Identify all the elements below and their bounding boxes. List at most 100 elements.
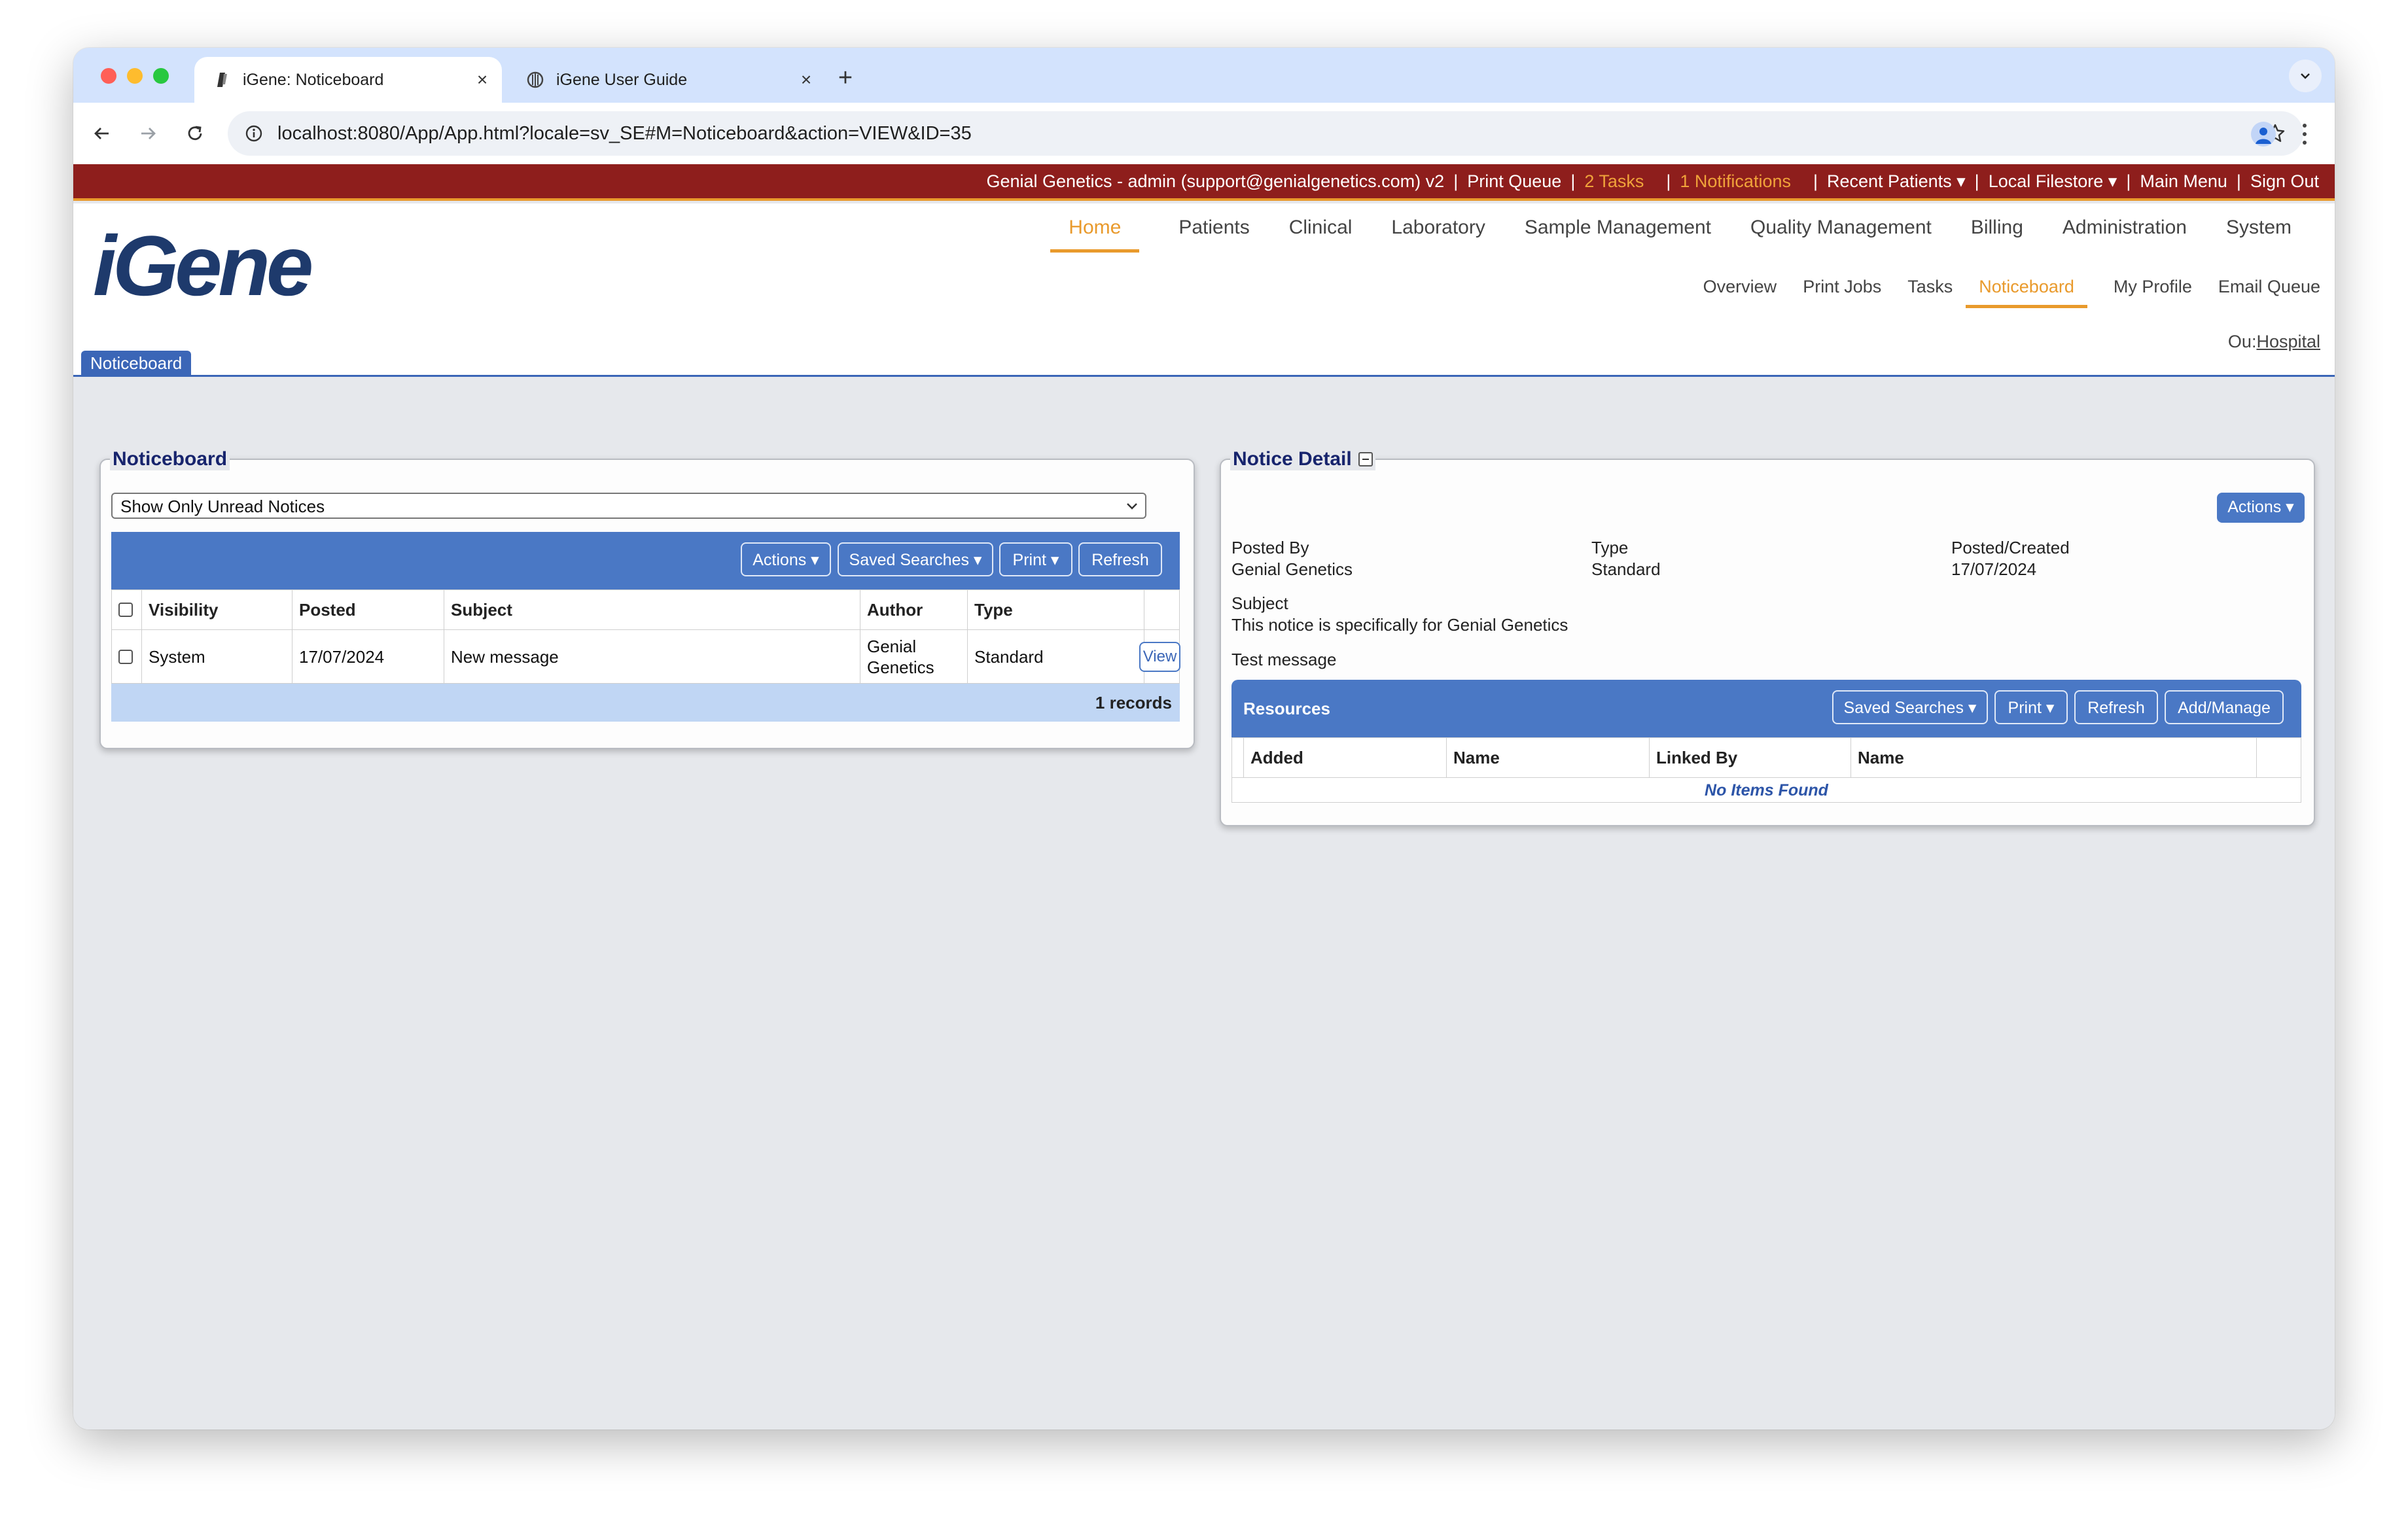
version-label: v2 bbox=[1425, 171, 1445, 191]
subnav-email-queue[interactable]: Email Queue bbox=[2218, 277, 2320, 308]
notice-filter-value: Show Only Unread Notices bbox=[120, 497, 325, 516]
nav-laboratory[interactable]: Laboratory bbox=[1391, 210, 1485, 253]
nav-home[interactable]: Home bbox=[1050, 210, 1140, 253]
table-row[interactable]: System 17/07/2024 New message Genial Gen… bbox=[111, 630, 1180, 684]
column-subject[interactable]: Subject bbox=[444, 590, 860, 629]
new-tab-button[interactable]: + bbox=[826, 63, 865, 95]
browser-menu-icon[interactable] bbox=[2298, 120, 2311, 149]
refresh-button[interactable]: Refresh bbox=[1078, 542, 1162, 576]
column-linked-by[interactable]: Linked By bbox=[1650, 738, 1851, 777]
cell-author: Genial Genetics bbox=[860, 630, 968, 683]
collapse-icon[interactable] bbox=[1358, 452, 1373, 466]
column-visibility[interactable]: Visibility bbox=[142, 590, 292, 629]
no-items-found: No Items Found bbox=[1705, 781, 1828, 799]
reload-button[interactable] bbox=[179, 118, 211, 149]
type-label: Type bbox=[1591, 538, 1629, 557]
nav-patients[interactable]: Patients bbox=[1178, 210, 1249, 253]
records-count: 1 records bbox=[111, 684, 1180, 722]
actions-button[interactable]: Actions ▾ bbox=[741, 542, 831, 576]
print-queue-link[interactable]: Print Queue bbox=[1467, 171, 1561, 192]
view-notice-button[interactable]: View bbox=[1139, 641, 1180, 672]
add-manage-button[interactable]: Add/Manage bbox=[2165, 690, 2284, 724]
subject-value: This notice is specifically for Genial G… bbox=[1231, 615, 1568, 635]
local-filestore-menu[interactable]: Local Filestore ▾ bbox=[1989, 171, 2117, 192]
print-button[interactable]: Print ▾ bbox=[999, 542, 1072, 576]
ou-label: Ou: bbox=[2227, 332, 2257, 351]
site-info-icon[interactable] bbox=[241, 120, 267, 147]
column-type[interactable]: Type bbox=[968, 590, 1144, 629]
row-checkbox[interactable] bbox=[118, 649, 133, 664]
organisation-unit: Ou:Hospital bbox=[2228, 332, 2320, 352]
address-bar[interactable]: localhost:8080/App/App.html?locale=sv_SE… bbox=[228, 111, 2303, 156]
chevron-down-icon bbox=[1127, 503, 1137, 510]
resources-empty-row: No Items Found bbox=[1231, 778, 2301, 803]
nav-system[interactable]: System bbox=[2226, 210, 2292, 253]
column-action bbox=[1144, 590, 1180, 629]
row-select-cell bbox=[112, 630, 142, 683]
subnav-my-profile[interactable]: My Profile bbox=[2114, 277, 2192, 308]
resources-print-button[interactable]: Print ▾ bbox=[1994, 690, 2068, 724]
profile-avatar-icon[interactable] bbox=[2251, 122, 2276, 147]
select-all-checkbox[interactable] bbox=[118, 603, 133, 617]
back-button[interactable] bbox=[86, 118, 118, 149]
nav-billing[interactable]: Billing bbox=[1971, 210, 2023, 253]
nav-sample-management[interactable]: Sample Management bbox=[1525, 210, 1711, 253]
sub-navigation: Overview Print Jobs Tasks Noticeboard My… bbox=[1677, 277, 2320, 308]
guide-favicon-icon bbox=[526, 71, 544, 89]
noticeboard-panel: Noticeboard Show Only Unread Notices Act… bbox=[99, 448, 1195, 749]
notice-message: Test message bbox=[1231, 650, 1337, 669]
chevron-down-icon bbox=[2301, 73, 2310, 79]
subnav-print-jobs[interactable]: Print Jobs bbox=[1803, 277, 1881, 308]
noticeboard-title: Noticeboard bbox=[110, 448, 230, 470]
nav-administration[interactable]: Administration bbox=[2063, 210, 2187, 253]
resources-refresh-button[interactable]: Refresh bbox=[2074, 690, 2158, 724]
tab-title: iGene: Noticeboard bbox=[243, 70, 384, 89]
notifications-link[interactable]: 1 Notifications bbox=[1680, 171, 1791, 192]
app-header: iGene Home Patients Clinical Laboratory … bbox=[73, 203, 2335, 377]
close-tab-icon[interactable]: × bbox=[469, 69, 495, 90]
browser-tab-user-guide[interactable]: iGene User Guide × bbox=[508, 57, 826, 103]
column-linked-name[interactable]: Name bbox=[1851, 738, 2257, 777]
close-tab-icon[interactable]: × bbox=[793, 69, 819, 90]
url-text[interactable]: localhost:8080/App/App.html?locale=sv_SE… bbox=[277, 123, 2259, 145]
column-author[interactable]: Author bbox=[860, 590, 968, 629]
sign-out-link[interactable]: Sign Out bbox=[2250, 171, 2319, 192]
page-tab-noticeboard[interactable]: Noticeboard bbox=[81, 351, 192, 375]
saved-searches-button[interactable]: Saved Searches ▾ bbox=[838, 542, 993, 576]
detail-actions-button[interactable]: Actions ▾ bbox=[2217, 493, 2305, 523]
resources-saved-searches-button[interactable]: Saved Searches ▾ bbox=[1832, 690, 1988, 724]
minimize-window-button[interactable] bbox=[127, 68, 143, 84]
ou-link[interactable]: Hospital bbox=[2256, 332, 2320, 351]
tasks-link[interactable]: 2 Tasks bbox=[1584, 171, 1644, 192]
column-name[interactable]: Name bbox=[1447, 738, 1650, 777]
cell-type: Standard bbox=[968, 630, 1144, 683]
nav-quality-management[interactable]: Quality Management bbox=[1750, 210, 1932, 253]
column-added[interactable]: Added bbox=[1244, 738, 1447, 777]
igene-app: Genial Genetics - admin (support@genialg… bbox=[73, 164, 2335, 1430]
resources-title: Resources bbox=[1243, 699, 1330, 718]
maximize-window-button[interactable] bbox=[153, 68, 169, 84]
arrow-left-icon bbox=[94, 128, 109, 139]
main-navigation: Home Patients Clinical Laboratory Sample… bbox=[1027, 210, 2292, 253]
cell-subject: New message bbox=[444, 630, 860, 683]
main-menu-link[interactable]: Main Menu bbox=[2140, 171, 2227, 192]
notice-detail-title: Notice Detail bbox=[1230, 448, 1375, 470]
subnav-tasks[interactable]: Tasks bbox=[1907, 277, 1953, 308]
subnav-noticeboard[interactable]: Noticeboard bbox=[1966, 277, 2087, 308]
igene-logo[interactable]: iGene bbox=[93, 223, 313, 308]
resources-toolbar: Resources Saved Searches ▾ Print ▾ Refre… bbox=[1231, 680, 2301, 737]
browser-tab-noticeboard[interactable]: iGene: Noticeboard × bbox=[194, 57, 502, 103]
subnav-overview[interactable]: Overview bbox=[1703, 277, 1777, 308]
tab-search-button[interactable] bbox=[2289, 60, 2322, 92]
recent-patients-menu[interactable]: Recent Patients ▾ bbox=[1827, 171, 1966, 192]
close-window-button[interactable] bbox=[101, 68, 116, 84]
select-all-cell bbox=[112, 590, 142, 629]
posted-created-label: Posted/Created bbox=[1951, 538, 2070, 557]
type-value: Standard bbox=[1591, 559, 1661, 579]
column-posted[interactable]: Posted bbox=[292, 590, 444, 629]
notice-filter-select[interactable]: Show Only Unread Notices bbox=[111, 493, 1146, 519]
notice-table-header: Visibility Posted Subject Author Type bbox=[111, 589, 1180, 630]
noticeboard-toolbar: Actions ▾ Saved Searches ▾ Print ▾ Refre… bbox=[111, 532, 1180, 589]
nav-clinical[interactable]: Clinical bbox=[1289, 210, 1353, 253]
forward-button[interactable] bbox=[132, 118, 164, 149]
